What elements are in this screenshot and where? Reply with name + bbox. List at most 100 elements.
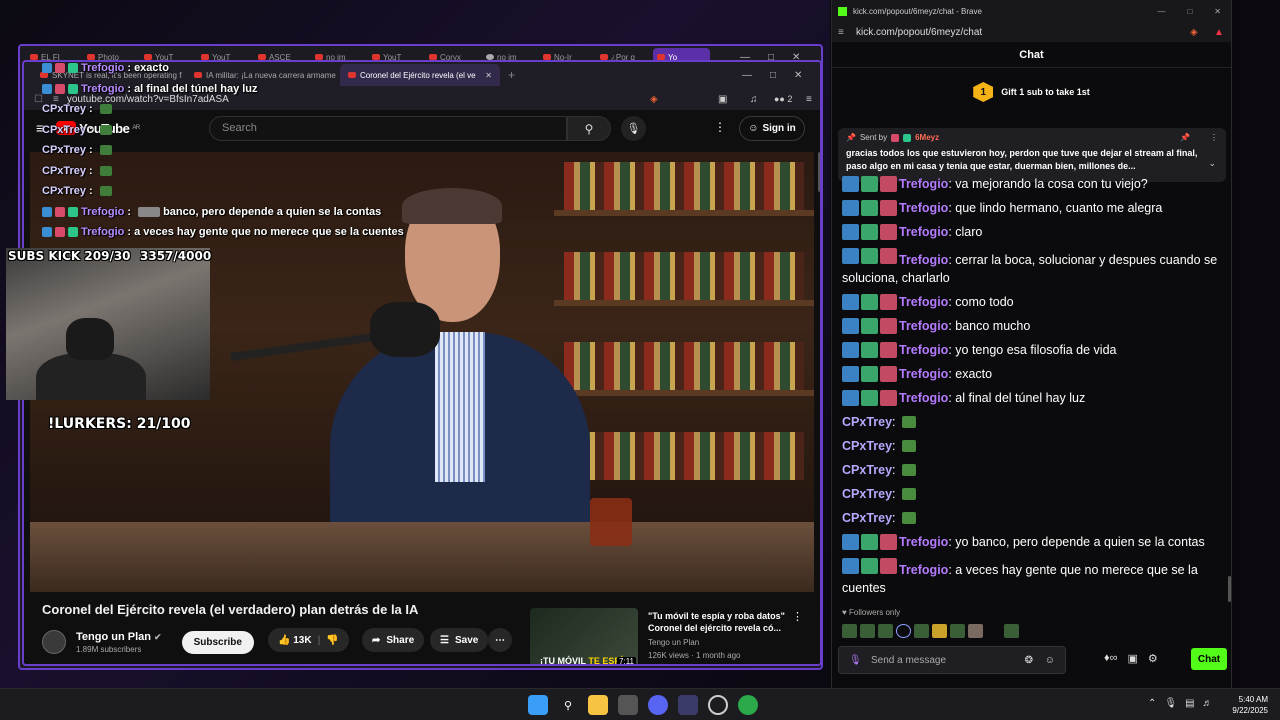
voice-search-button[interactable]: 🎙 [621, 116, 646, 141]
brave-shield-icon[interactable]: ◈ [650, 94, 658, 105]
save-button[interactable]: ☰ Save [430, 628, 489, 652]
video-table [30, 522, 814, 592]
chat-message-input[interactable]: 🎙 Send a message ❂ ☺ [838, 646, 1066, 674]
overlay-chat-line: Trefogio: al final del túnel hay luz [42, 79, 462, 100]
scrollbar[interactable] [818, 152, 820, 192]
tea-cup [590, 498, 632, 546]
music-icon[interactable]: ♫ [750, 94, 758, 105]
brave-rewards-icon[interactable]: ▲ [1214, 27, 1224, 38]
badge-icon [55, 83, 65, 94]
recommended-thumbnail[interactable]: ¡TU MÓVIL TE ESPÍA! 7:11 [530, 608, 638, 664]
chevron-up-icon[interactable]: ⌃ [1148, 698, 1156, 709]
badge-icon [842, 366, 859, 382]
extensions-icon[interactable]: ●● 2 [774, 94, 792, 104]
chat-message: CPxTrey: [842, 482, 1224, 506]
chat-message: CPxTrey: [842, 434, 1224, 458]
cast-icon[interactable]: ▣ [718, 94, 727, 105]
emote-icon[interactable] [842, 624, 857, 638]
discord-icon[interactable] [648, 695, 668, 715]
badge-icon [861, 534, 878, 550]
dislike-button[interactable]: 👎 [326, 635, 338, 646]
recommended-title[interactable]: "Tu móvil te espía y roba datos" Coronel… [648, 610, 798, 634]
close-icon[interactable]: ✕ [1214, 7, 1221, 16]
thumbs-down-icon: 👎 [326, 634, 339, 646]
kick-points-icon[interactable]: ♦∞ [1104, 652, 1117, 665]
emote-icon[interactable] [950, 624, 965, 638]
emote-icon[interactable] [986, 624, 1001, 638]
heart-icon: ♥ [842, 608, 847, 617]
settings-icon[interactable]: ⚙ [1148, 652, 1158, 665]
send-chat-button[interactable]: Chat [1191, 648, 1227, 670]
chrome-icon[interactable] [708, 695, 728, 715]
xbox-icon[interactable] [738, 695, 758, 715]
channel-name[interactable]: Tengo un Plan ✔ [76, 631, 162, 643]
chat-message: Trefogio: a veces hay gente que no merec… [842, 554, 1224, 600]
microphone-icon[interactable]: 🎙 [1164, 698, 1177, 709]
gift-icon[interactable]: ▣ [1127, 652, 1137, 665]
file-explorer-icon[interactable] [588, 695, 608, 715]
chevron-down-icon[interactable]: ⌄ [1208, 158, 1216, 169]
emote-icon[interactable] [1004, 624, 1019, 638]
overlay-chat-line: Trefogio: a veces hay gente que no merece… [42, 222, 462, 243]
badge-icon [842, 558, 859, 574]
close-icon[interactable]: ✕ [794, 70, 802, 81]
window-controls: — □ ✕ [742, 64, 802, 86]
close-tab-icon[interactable]: ✕ [485, 71, 492, 80]
emote-icon [901, 512, 916, 524]
like-button[interactable]: 👍 13K [278, 635, 312, 646]
windows-start-icon[interactable] [528, 695, 548, 715]
badge-icon [861, 366, 878, 382]
shelf-decor [554, 300, 814, 306]
search-button[interactable]: ⚲ [567, 116, 611, 141]
kick-address-bar[interactable]: ≡ kick.com/popout/6meyz/chat ◈ ▲ [832, 22, 1231, 42]
sign-in-button[interactable]: ☺ Sign in [739, 116, 805, 141]
brave-icon[interactable] [678, 695, 698, 715]
more-options-icon[interactable]: ⋮ [792, 610, 803, 623]
badge-icon [842, 534, 859, 550]
video-speaker [330, 188, 590, 592]
share-icon: ➦ [372, 634, 381, 646]
badge-icon [842, 248, 859, 264]
maximize-icon[interactable]: □ [770, 70, 776, 81]
chat-message: Trefogio: al final del túnel hay luz [842, 386, 1224, 410]
menu-icon[interactable]: ≡ [806, 94, 812, 105]
microphone-icon[interactable]: 🎙 [849, 655, 862, 666]
brave-shield-icon[interactable]: ◈ [1190, 27, 1198, 38]
translate-icon[interactable]: ❂ [1025, 655, 1033, 666]
emoji-icon[interactable]: ☺ [1045, 655, 1055, 666]
minimize-icon[interactable]: — [1157, 7, 1165, 16]
more-actions-button[interactable]: ⋯ [488, 628, 512, 652]
site-info-icon[interactable]: ≡ [838, 27, 844, 38]
emote-icon[interactable] [914, 624, 929, 638]
taskbar-clock[interactable]: 5:40 AM 9/22/2025 [1228, 694, 1268, 716]
search-icon[interactable]: ⚲ [558, 695, 578, 715]
volume-icon[interactable]: ♬ [1203, 698, 1213, 709]
badge-icon [842, 176, 859, 192]
badge-icon [861, 176, 878, 192]
gift-leaderboard[interactable]: 1 Gift 1 sub to take 1st [832, 68, 1231, 116]
new-tab-icon[interactable]: + [508, 68, 515, 82]
chat-scrollbar[interactable] [1228, 576, 1231, 602]
emote-icon[interactable] [878, 624, 893, 638]
unpin-icon[interactable]: 📌 [1180, 133, 1190, 142]
badge-icon [861, 558, 878, 574]
emote-icon[interactable] [932, 624, 947, 638]
network-icon[interactable]: ▤ [1185, 698, 1194, 709]
more-options-icon[interactable]: ⋮ [714, 120, 726, 134]
kick-chat-window[interactable]: kick.com/popout/6meyz/chat - Brave — □ ✕… [831, 0, 1232, 688]
maximize-icon[interactable]: □ [1187, 7, 1192, 16]
emote-icon[interactable] [860, 624, 875, 638]
minimize-icon[interactable]: — [742, 70, 752, 81]
subscribe-button[interactable]: Subscribe [181, 630, 254, 654]
share-button[interactable]: ➦ Share [362, 628, 425, 652]
recommended-video[interactable]: ¡TU MÓVIL TE ESPÍA! 7:11 "Tu móvil te es… [530, 608, 810, 664]
emote-icon[interactable] [896, 624, 911, 638]
store-icon[interactable] [618, 695, 638, 715]
badge-icon [880, 390, 897, 406]
bookshelf-decor [564, 342, 804, 390]
badge-icon [861, 248, 878, 264]
clock-time: 5:40 AM [1238, 695, 1268, 704]
more-options-icon[interactable]: ⋮ [1210, 133, 1218, 142]
emote-icon[interactable] [968, 624, 983, 638]
channel-avatar[interactable] [42, 630, 66, 654]
